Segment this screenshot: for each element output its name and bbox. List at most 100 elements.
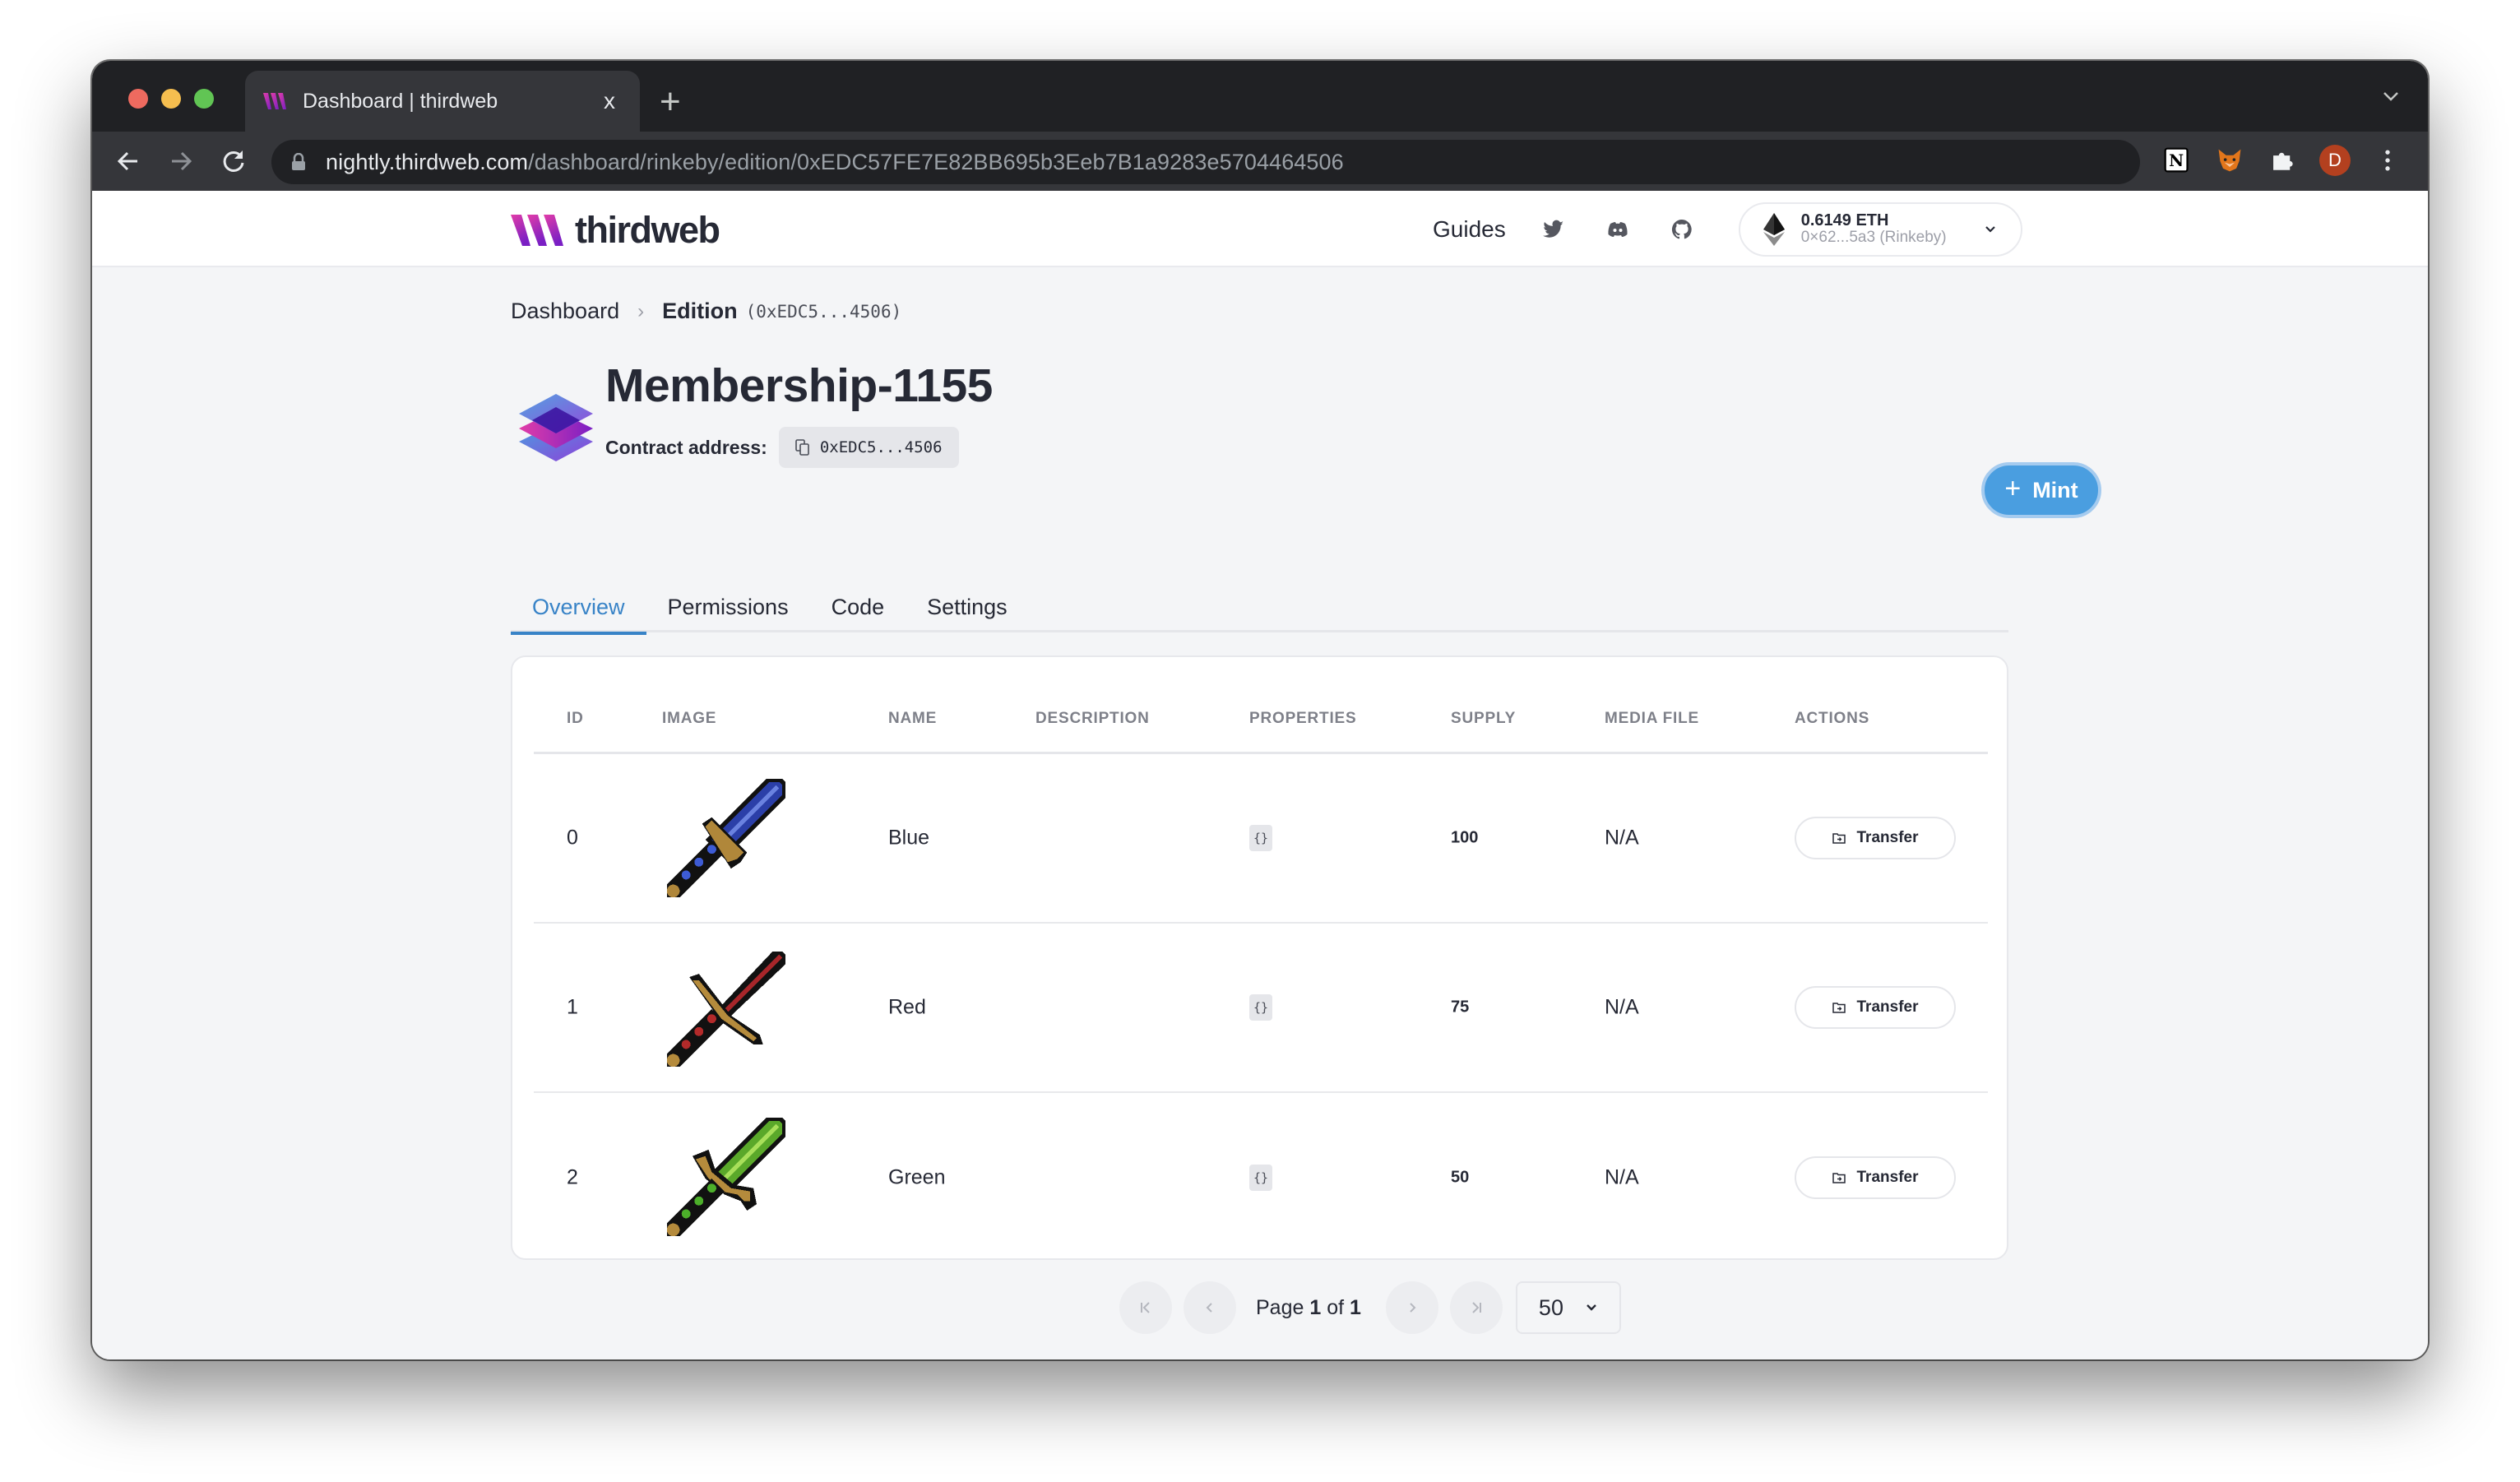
new-tab-button[interactable]: +: [660, 77, 681, 127]
page-indicator: Page 1 of 1: [1256, 1295, 1361, 1319]
previous-page-button[interactable]: [1184, 1281, 1236, 1334]
tab-strip: Dashboard | thirdweb x +: [92, 61, 2428, 132]
table-row[interactable]: 0 Blue {} 100 N/A Transfer: [534, 754, 1988, 924]
table-row[interactable]: 1 Red {} 75 N/A Transfer: [534, 924, 1988, 1093]
breadcrumb-address: (0xEDC5...4506): [745, 301, 902, 322]
tab-permissions[interactable]: Permissions: [646, 591, 810, 632]
back-arrow-icon[interactable]: [113, 146, 143, 176]
contract-address-value: 0xEDC5...4506: [819, 438, 943, 456]
tab-search-chevron-icon[interactable]: [2379, 84, 2403, 109]
pagination: Page 1 of 1 50: [1119, 1281, 1621, 1334]
green-sword-image: [666, 1117, 786, 1237]
wallet-button[interactable]: 0.6149 ETH 0×62...5a3 (Rinkeby): [1738, 201, 2022, 257]
github-icon[interactable]: [1670, 218, 1693, 241]
wallet-balance: 0.6149 ETH: [1800, 211, 1889, 230]
extensions-puzzle-icon[interactable]: [2267, 145, 2298, 176]
token-id: 0: [567, 826, 578, 850]
edition-contract-icon: [519, 394, 593, 461]
table-row[interactable]: 2 Green {} 50 N/A Transfer: [534, 1093, 1988, 1262]
red-sword-image: [666, 951, 786, 1068]
column-header-name: NAME: [888, 710, 938, 727]
column-header-description: DESCRIPTION: [1035, 710, 1150, 727]
token-supply: 100: [1451, 828, 1479, 847]
brand-name: thirdweb: [575, 209, 720, 251]
tab-overview[interactable]: Overview: [511, 591, 646, 635]
breadcrumb-current: Edition: [662, 299, 738, 323]
breadcrumb-dashboard-link[interactable]: Dashboard: [511, 299, 619, 324]
first-page-icon: [1141, 1302, 1150, 1313]
mint-button[interactable]: + Mint: [1981, 462, 2101, 518]
transfer-folder-icon: [1832, 1003, 1846, 1013]
blue-sword-image: [666, 778, 786, 898]
discord-icon[interactable]: [1606, 218, 1629, 241]
token-supply: 75: [1451, 998, 1470, 1017]
site-header: thirdweb Guides 0.6149 ETH 0×62...5a3 (R…: [92, 191, 2428, 267]
token-id: 2: [567, 1165, 578, 1189]
transfer-button[interactable]: Transfer: [1795, 986, 1956, 1029]
token-name: Red: [888, 995, 926, 1019]
tab-close-icon[interactable]: x: [597, 88, 622, 114]
column-header-actions: ACTIONS: [1795, 710, 1870, 727]
next-page-button[interactable]: [1385, 1281, 1438, 1334]
page-size-select[interactable]: 50: [1515, 1281, 1621, 1334]
token-actions: Transfer: [1795, 986, 1956, 1029]
guides-link[interactable]: Guides: [1433, 216, 1506, 243]
token-actions: Transfer: [1795, 817, 1956, 859]
mint-label: Mint: [2032, 477, 2078, 502]
contract-tabs: Overview Permissions Code Settings: [511, 591, 2008, 635]
maximize-window-button[interactable]: [194, 89, 214, 109]
thirdweb-favicon-icon: [263, 93, 286, 109]
first-page-button[interactable]: [1119, 1281, 1172, 1334]
tab-settings[interactable]: Settings: [906, 591, 1029, 632]
web-page: thirdweb Guides 0.6149 ETH 0×62...5a3 (R…: [92, 191, 2428, 1359]
breadcrumb-separator: ›: [637, 299, 645, 322]
token-actions: Transfer: [1795, 1156, 1956, 1199]
forward-arrow-icon[interactable]: [166, 146, 196, 176]
profile-avatar[interactable]: D: [2319, 145, 2351, 176]
transfer-folder-icon: [1832, 1173, 1846, 1183]
close-window-button[interactable]: [128, 89, 148, 109]
last-page-button[interactable]: [1449, 1281, 1503, 1334]
token-media-file: N/A: [1605, 1165, 1639, 1189]
thirdweb-logo-mark-icon: [511, 215, 563, 246]
ethereum-icon: [1763, 212, 1785, 246]
token-properties: {}: [1249, 994, 1272, 1021]
token-id: 1: [567, 995, 578, 1019]
transfer-label: Transfer: [1856, 998, 1919, 1016]
properties-braces-icon[interactable]: {}: [1249, 825, 1272, 851]
token-supply: 50: [1451, 1168, 1470, 1187]
nft-table-card: ID IMAGE NAME DESCRIPTION PROPERTIES SUP…: [511, 655, 2008, 1260]
thirdweb-logo[interactable]: thirdweb: [511, 209, 720, 252]
column-header-properties: PROPERTIES: [1249, 710, 1357, 727]
properties-braces-icon[interactable]: {}: [1249, 994, 1272, 1021]
address-bar[interactable]: nightly.thirdweb.com/dashboard/rinkeby/e…: [271, 140, 2140, 184]
wallet-info: 0.6149 ETH 0×62...5a3 (Rinkeby): [1801, 212, 1981, 246]
contract-address-row: Contract address: 0xEDC5...4506: [605, 427, 959, 468]
twitter-icon[interactable]: [1542, 218, 1565, 241]
notion-extension-icon[interactable]: N: [2161, 145, 2193, 176]
chevron-left-icon: [1206, 1303, 1212, 1313]
minimize-window-button[interactable]: [161, 89, 181, 109]
metamask-extension-icon[interactable]: [2214, 145, 2245, 176]
browser-tab-active[interactable]: Dashboard | thirdweb x: [245, 71, 640, 132]
chevron-down-icon: [1587, 1304, 1596, 1311]
token-media-file: N/A: [1605, 826, 1639, 850]
svg-text:N: N: [2169, 151, 2184, 170]
transfer-label: Transfer: [1856, 829, 1919, 846]
column-header-id: ID: [567, 710, 584, 727]
token-name: Green: [888, 1165, 946, 1189]
column-header-supply: SUPPLY: [1451, 710, 1517, 727]
page-size-value: 50: [1538, 1294, 1563, 1320]
chevron-right-icon: [1410, 1303, 1416, 1313]
transfer-button[interactable]: Transfer: [1795, 817, 1956, 859]
copy-address-button[interactable]: 0xEDC5...4506: [778, 427, 959, 468]
copy-icon: [795, 439, 809, 456]
url-text: nightly.thirdweb.com/dashboard/rinkeby/e…: [326, 149, 1344, 174]
transfer-button[interactable]: Transfer: [1795, 1156, 1956, 1199]
properties-braces-icon[interactable]: {}: [1249, 1165, 1272, 1191]
tab-code[interactable]: Code: [810, 591, 906, 632]
chevron-down-icon: [1985, 225, 1995, 233]
reload-icon[interactable]: [219, 146, 248, 176]
browser-menu-icon[interactable]: [2372, 145, 2403, 176]
header-nav: Guides 0.6149 ETH 0×62...5a3 (Rinkeby): [1433, 191, 2022, 267]
